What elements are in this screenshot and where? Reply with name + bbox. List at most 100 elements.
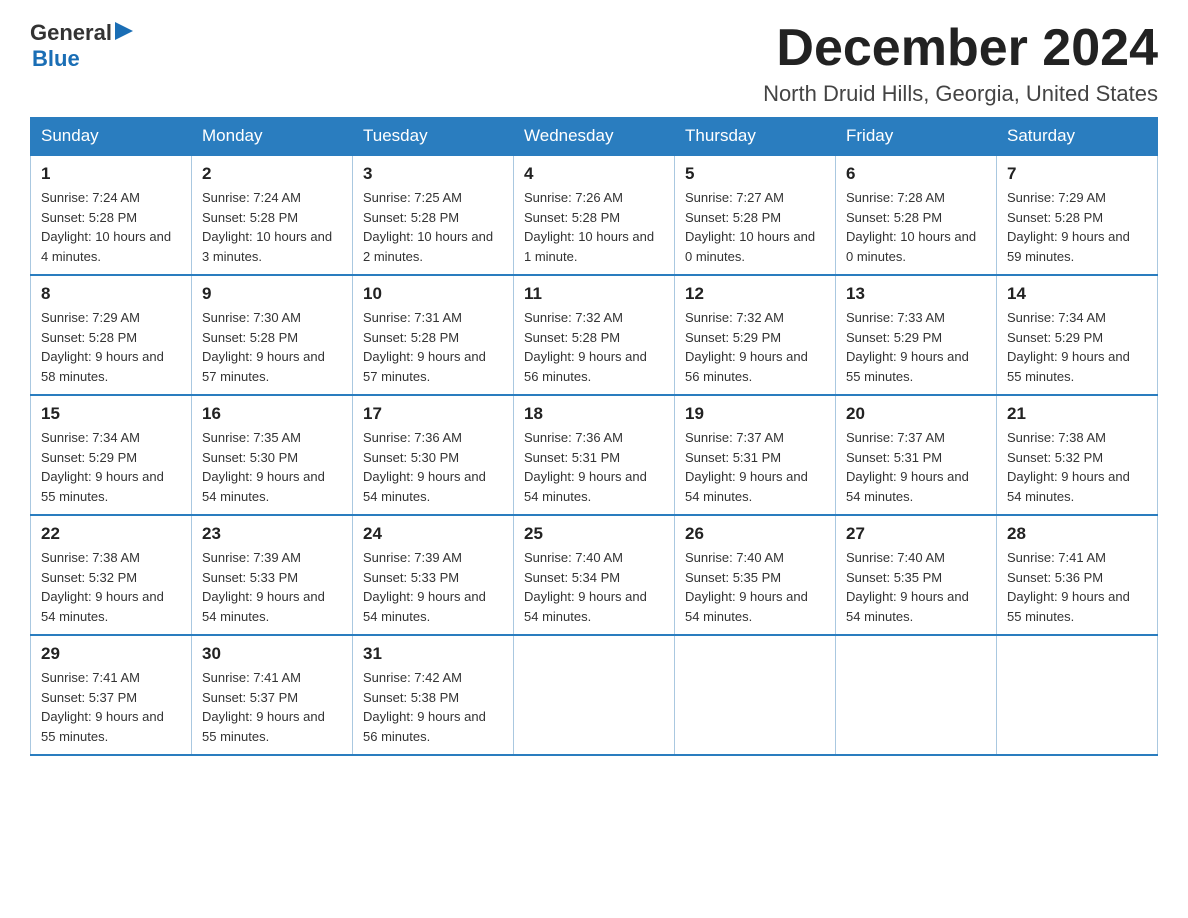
day-number: 12 xyxy=(685,284,825,304)
table-row: 26 Sunrise: 7:40 AM Sunset: 5:35 PM Dayl… xyxy=(675,515,836,635)
day-number: 1 xyxy=(41,164,181,184)
table-row: 24 Sunrise: 7:39 AM Sunset: 5:33 PM Dayl… xyxy=(353,515,514,635)
table-row xyxy=(997,635,1158,755)
day-number: 27 xyxy=(846,524,986,544)
header-monday: Monday xyxy=(192,118,353,156)
table-row: 28 Sunrise: 7:41 AM Sunset: 5:36 PM Dayl… xyxy=(997,515,1158,635)
table-row: 15 Sunrise: 7:34 AM Sunset: 5:29 PM Dayl… xyxy=(31,395,192,515)
day-number: 11 xyxy=(524,284,664,304)
table-row: 10 Sunrise: 7:31 AM Sunset: 5:28 PM Dayl… xyxy=(353,275,514,395)
table-row: 14 Sunrise: 7:34 AM Sunset: 5:29 PM Dayl… xyxy=(997,275,1158,395)
table-row: 4 Sunrise: 7:26 AM Sunset: 5:28 PM Dayli… xyxy=(514,155,675,275)
month-title: December 2024 xyxy=(763,20,1158,77)
day-info: Sunrise: 7:42 AM Sunset: 5:38 PM Dayligh… xyxy=(363,668,503,746)
table-row: 18 Sunrise: 7:36 AM Sunset: 5:31 PM Dayl… xyxy=(514,395,675,515)
day-info: Sunrise: 7:32 AM Sunset: 5:29 PM Dayligh… xyxy=(685,308,825,386)
day-number: 13 xyxy=(846,284,986,304)
day-number: 6 xyxy=(846,164,986,184)
day-info: Sunrise: 7:30 AM Sunset: 5:28 PM Dayligh… xyxy=(202,308,342,386)
day-number: 2 xyxy=(202,164,342,184)
table-row: 25 Sunrise: 7:40 AM Sunset: 5:34 PM Dayl… xyxy=(514,515,675,635)
title-block: December 2024 North Druid Hills, Georgia… xyxy=(763,20,1158,107)
day-number: 10 xyxy=(363,284,503,304)
day-info: Sunrise: 7:40 AM Sunset: 5:35 PM Dayligh… xyxy=(685,548,825,626)
table-row: 17 Sunrise: 7:36 AM Sunset: 5:30 PM Dayl… xyxy=(353,395,514,515)
table-row: 2 Sunrise: 7:24 AM Sunset: 5:28 PM Dayli… xyxy=(192,155,353,275)
table-row: 13 Sunrise: 7:33 AM Sunset: 5:29 PM Dayl… xyxy=(836,275,997,395)
day-info: Sunrise: 7:29 AM Sunset: 5:28 PM Dayligh… xyxy=(41,308,181,386)
day-number: 24 xyxy=(363,524,503,544)
day-info: Sunrise: 7:36 AM Sunset: 5:30 PM Dayligh… xyxy=(363,428,503,506)
day-info: Sunrise: 7:41 AM Sunset: 5:37 PM Dayligh… xyxy=(41,668,181,746)
table-row: 31 Sunrise: 7:42 AM Sunset: 5:38 PM Dayl… xyxy=(353,635,514,755)
day-info: Sunrise: 7:37 AM Sunset: 5:31 PM Dayligh… xyxy=(685,428,825,506)
table-row: 22 Sunrise: 7:38 AM Sunset: 5:32 PM Dayl… xyxy=(31,515,192,635)
day-info: Sunrise: 7:32 AM Sunset: 5:28 PM Dayligh… xyxy=(524,308,664,386)
location-title: North Druid Hills, Georgia, United State… xyxy=(763,81,1158,107)
table-row xyxy=(675,635,836,755)
table-row: 7 Sunrise: 7:29 AM Sunset: 5:28 PM Dayli… xyxy=(997,155,1158,275)
table-row: 8 Sunrise: 7:29 AM Sunset: 5:28 PM Dayli… xyxy=(31,275,192,395)
day-info: Sunrise: 7:40 AM Sunset: 5:34 PM Dayligh… xyxy=(524,548,664,626)
day-info: Sunrise: 7:38 AM Sunset: 5:32 PM Dayligh… xyxy=(41,548,181,626)
day-number: 29 xyxy=(41,644,181,664)
day-number: 5 xyxy=(685,164,825,184)
table-row: 6 Sunrise: 7:28 AM Sunset: 5:28 PM Dayli… xyxy=(836,155,997,275)
logo: General Blue xyxy=(30,20,133,72)
table-row: 20 Sunrise: 7:37 AM Sunset: 5:31 PM Dayl… xyxy=(836,395,997,515)
calendar-week-row: 8 Sunrise: 7:29 AM Sunset: 5:28 PM Dayli… xyxy=(31,275,1158,395)
table-row: 19 Sunrise: 7:37 AM Sunset: 5:31 PM Dayl… xyxy=(675,395,836,515)
day-info: Sunrise: 7:27 AM Sunset: 5:28 PM Dayligh… xyxy=(685,188,825,266)
day-info: Sunrise: 7:25 AM Sunset: 5:28 PM Dayligh… xyxy=(363,188,503,266)
day-number: 7 xyxy=(1007,164,1147,184)
day-info: Sunrise: 7:34 AM Sunset: 5:29 PM Dayligh… xyxy=(41,428,181,506)
header-thursday: Thursday xyxy=(675,118,836,156)
day-info: Sunrise: 7:41 AM Sunset: 5:36 PM Dayligh… xyxy=(1007,548,1147,626)
day-info: Sunrise: 7:26 AM Sunset: 5:28 PM Dayligh… xyxy=(524,188,664,266)
header-saturday: Saturday xyxy=(997,118,1158,156)
day-info: Sunrise: 7:24 AM Sunset: 5:28 PM Dayligh… xyxy=(41,188,181,266)
table-row: 11 Sunrise: 7:32 AM Sunset: 5:28 PM Dayl… xyxy=(514,275,675,395)
calendar-header-row: Sunday Monday Tuesday Wednesday Thursday… xyxy=(31,118,1158,156)
table-row: 30 Sunrise: 7:41 AM Sunset: 5:37 PM Dayl… xyxy=(192,635,353,755)
calendar-week-row: 1 Sunrise: 7:24 AM Sunset: 5:28 PM Dayli… xyxy=(31,155,1158,275)
table-row: 3 Sunrise: 7:25 AM Sunset: 5:28 PM Dayli… xyxy=(353,155,514,275)
day-number: 16 xyxy=(202,404,342,424)
day-info: Sunrise: 7:36 AM Sunset: 5:31 PM Dayligh… xyxy=(524,428,664,506)
calendar-week-row: 15 Sunrise: 7:34 AM Sunset: 5:29 PM Dayl… xyxy=(31,395,1158,515)
day-number: 17 xyxy=(363,404,503,424)
day-info: Sunrise: 7:38 AM Sunset: 5:32 PM Dayligh… xyxy=(1007,428,1147,506)
day-info: Sunrise: 7:34 AM Sunset: 5:29 PM Dayligh… xyxy=(1007,308,1147,386)
day-number: 25 xyxy=(524,524,664,544)
day-info: Sunrise: 7:41 AM Sunset: 5:37 PM Dayligh… xyxy=(202,668,342,746)
calendar-table: Sunday Monday Tuesday Wednesday Thursday… xyxy=(30,117,1158,756)
day-info: Sunrise: 7:39 AM Sunset: 5:33 PM Dayligh… xyxy=(363,548,503,626)
day-number: 18 xyxy=(524,404,664,424)
table-row xyxy=(514,635,675,755)
day-info: Sunrise: 7:40 AM Sunset: 5:35 PM Dayligh… xyxy=(846,548,986,626)
day-number: 14 xyxy=(1007,284,1147,304)
table-row: 23 Sunrise: 7:39 AM Sunset: 5:33 PM Dayl… xyxy=(192,515,353,635)
table-row: 21 Sunrise: 7:38 AM Sunset: 5:32 PM Dayl… xyxy=(997,395,1158,515)
day-number: 22 xyxy=(41,524,181,544)
day-info: Sunrise: 7:39 AM Sunset: 5:33 PM Dayligh… xyxy=(202,548,342,626)
page-header: General Blue December 2024 North Druid H… xyxy=(30,20,1158,107)
logo-blue: Blue xyxy=(32,46,133,72)
day-number: 19 xyxy=(685,404,825,424)
day-number: 30 xyxy=(202,644,342,664)
day-info: Sunrise: 7:33 AM Sunset: 5:29 PM Dayligh… xyxy=(846,308,986,386)
day-info: Sunrise: 7:37 AM Sunset: 5:31 PM Dayligh… xyxy=(846,428,986,506)
day-number: 4 xyxy=(524,164,664,184)
day-info: Sunrise: 7:29 AM Sunset: 5:28 PM Dayligh… xyxy=(1007,188,1147,266)
logo-general: General xyxy=(30,20,112,46)
table-row: 5 Sunrise: 7:27 AM Sunset: 5:28 PM Dayli… xyxy=(675,155,836,275)
day-info: Sunrise: 7:24 AM Sunset: 5:28 PM Dayligh… xyxy=(202,188,342,266)
day-number: 15 xyxy=(41,404,181,424)
logo-arrow-icon xyxy=(115,22,133,40)
table-row: 27 Sunrise: 7:40 AM Sunset: 5:35 PM Dayl… xyxy=(836,515,997,635)
table-row: 1 Sunrise: 7:24 AM Sunset: 5:28 PM Dayli… xyxy=(31,155,192,275)
day-number: 8 xyxy=(41,284,181,304)
day-number: 9 xyxy=(202,284,342,304)
header-friday: Friday xyxy=(836,118,997,156)
day-number: 23 xyxy=(202,524,342,544)
